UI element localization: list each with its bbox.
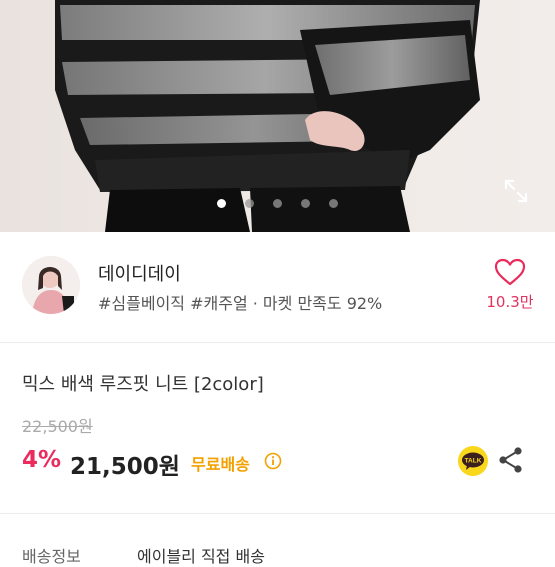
product-image-carousel[interactable] [0,0,555,232]
like-count: 10.3만 [486,293,534,311]
svg-text:TALK: TALK [465,458,482,465]
product-title: 믹스 배색 루즈핏 니트 [2color] [22,374,264,395]
store-tags: #심플베이직 #캐주얼 · 마켓 만족도 92% [98,294,383,313]
shipping-info-value: 에이블리 직접 배송 [137,547,265,566]
sale-price: 21,500원 [70,454,180,480]
store-row[interactable] [0,232,555,342]
divider [0,342,555,343]
carousel-dot-1[interactable] [216,199,226,208]
share-icon[interactable] [498,446,524,474]
store-name[interactable]: 데이디데이 [98,260,181,286]
free-shipping-badge: 무료배송 [191,455,250,474]
carousel-dot-5[interactable] [329,199,339,208]
discount-rate: 4% [22,447,62,473]
shipping-info-label: 배송정보 [22,547,81,566]
info-icon[interactable] [264,452,282,470]
carousel-dot-3[interactable] [273,199,282,208]
store-avatar[interactable] [22,256,80,314]
kakao-talk-icon[interactable]: TALK [457,445,489,477]
carousel-dot-4[interactable] [301,199,311,208]
carousel-dot-2[interactable] [244,199,254,208]
shipping-info-row [0,513,555,556]
heart-icon[interactable] [494,258,526,286]
carousel-indicator [0,193,555,212]
original-price: 22,500원 [22,417,93,436]
expand-icon[interactable] [503,178,529,204]
